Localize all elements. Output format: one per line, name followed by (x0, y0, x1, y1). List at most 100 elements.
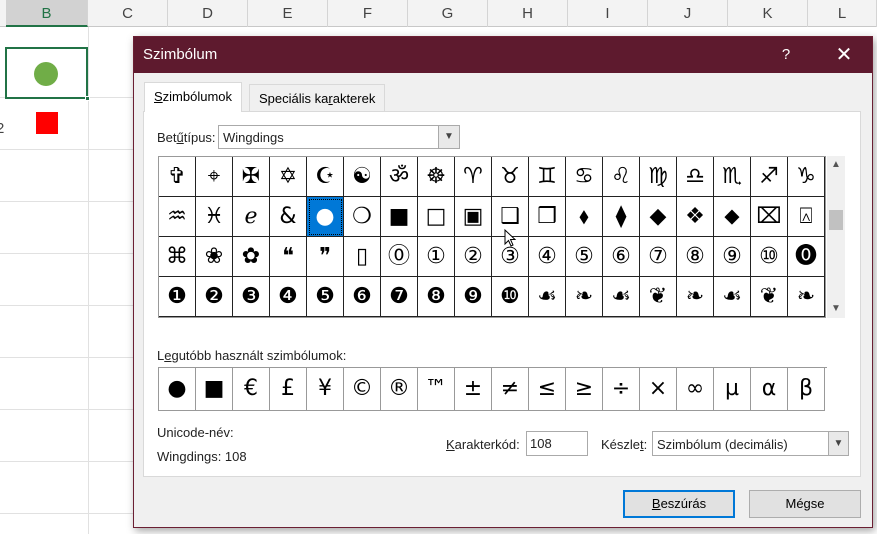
column-header-j[interactable]: J (648, 0, 728, 27)
recent-symbol-cell[interactable]: £ (270, 368, 307, 411)
symbol-cell[interactable]: ⓿ (788, 237, 825, 277)
symbol-cell[interactable]: ⑨ (714, 237, 751, 277)
fill-handle[interactable] (85, 96, 90, 101)
symbol-cell[interactable]: ♈ (455, 157, 492, 197)
symbol-cell[interactable]: ② (455, 237, 492, 277)
symbol-cell[interactable]: ⑥ (603, 237, 640, 277)
recent-symbol-cell[interactable]: ≠ (492, 368, 529, 411)
tab-symbols[interactable]: Szimbólumok (144, 82, 243, 112)
symbol-cell[interactable]: ✿ (233, 237, 270, 277)
symbol-cell[interactable]: ⑤ (566, 237, 603, 277)
character-code-input[interactable]: 108 (526, 431, 588, 456)
set-dropdown[interactable]: Szimbólum (decimális) ▼ (652, 431, 849, 456)
recent-symbol-cell[interactable]: ∞ (677, 368, 714, 411)
column-header-c[interactable]: C (88, 0, 168, 27)
column-header-l[interactable]: L (808, 0, 877, 27)
symbol-cell[interactable]: ❧ (677, 277, 714, 317)
red-square-shape[interactable] (36, 112, 58, 134)
chevron-down-icon[interactable]: ▼ (828, 432, 848, 455)
symbol-cell[interactable]: ☪ (307, 157, 344, 197)
recent-symbol-cell[interactable]: β (788, 368, 825, 411)
symbol-cell[interactable]: ✞ (159, 157, 196, 197)
symbol-cell[interactable]: ❽ (418, 277, 455, 317)
symbol-cell[interactable]: ♋ (566, 157, 603, 197)
symbol-cell[interactable]: ♐ (751, 157, 788, 197)
symbol-cell[interactable]: ⍓ (788, 197, 825, 237)
column-header-b[interactable]: B (6, 0, 88, 27)
recent-symbol-cell[interactable]: ● (159, 368, 196, 411)
column-header-d[interactable]: D (168, 0, 248, 27)
symbol-cell[interactable]: ❿ (492, 277, 529, 317)
symbol-cell[interactable]: ✡ (270, 157, 307, 197)
symbol-cell[interactable]: ❸ (233, 277, 270, 317)
font-dropdown[interactable]: Wingdings ▼ (218, 125, 460, 149)
symbol-cell[interactable]: ❒ (529, 197, 566, 237)
symbol-cell[interactable]: ♓ (196, 197, 233, 237)
recent-symbol-cell[interactable]: ÷ (603, 368, 640, 411)
scroll-up-icon[interactable]: ▲ (827, 156, 845, 174)
column-header-f[interactable]: F (328, 0, 408, 27)
symbol-cell[interactable]: ⓪ (381, 237, 418, 277)
recent-symbol-cell[interactable]: µ (714, 368, 751, 411)
symbol-cell[interactable]: ❺ (307, 277, 344, 317)
help-button[interactable]: ? (770, 37, 802, 73)
symbol-cell[interactable]: ⬧ (566, 197, 603, 237)
symbol-cell[interactable]: ① (418, 237, 455, 277)
symbol-cell[interactable]: ⌧ (751, 197, 788, 237)
symbol-cell[interactable]: ℯ (233, 197, 270, 237)
close-button[interactable]: ✕ (824, 37, 864, 73)
symbol-cell[interactable]: ✠ (233, 157, 270, 197)
tab-special-characters[interactable]: Speciális karakterek (249, 84, 386, 112)
recent-symbols-row[interactable]: ● ■ € £ ¥ © ® ™ ± ≠ ≤ ≥ ÷ × ∞ µ α β (158, 367, 827, 411)
recent-symbol-cell[interactable]: ™ (418, 368, 455, 411)
recent-symbol-cell[interactable]: ■ (196, 368, 233, 411)
symbol-cell[interactable]: ♌ (603, 157, 640, 197)
symbol-cell[interactable]: ⌘ (159, 237, 196, 277)
symbol-cell[interactable]: ◆ (640, 197, 677, 237)
dialog-titlebar[interactable]: Szimbólum ? ✕ (134, 37, 872, 73)
symbol-cell[interactable]: ❹ (270, 277, 307, 317)
symbol-cell[interactable]: ● (307, 197, 344, 237)
recent-symbol-cell[interactable]: ≥ (566, 368, 603, 411)
symbol-cell[interactable]: ❦ (751, 277, 788, 317)
symbol-cell[interactable]: ♉ (492, 157, 529, 197)
symbol-cell[interactable]: ☸ (418, 157, 455, 197)
column-header-g[interactable]: G (408, 0, 488, 27)
symbol-cell[interactable]: ❀ (196, 237, 233, 277)
symbol-cell[interactable]: ❦ (640, 277, 677, 317)
symbol-cell[interactable]: ♊ (529, 157, 566, 197)
symbol-grid[interactable]: ✞ ⌖ ✠ ✡ ☪ ☯ ॐ ☸ ♈ ♉ ♊ ♋ ♌ ♍ ♎ ♏ ♐ ♑ ♒ ♓ ℯ & ● ❍ ■ □ ▣ ❑ ❒ ⬧ ⧫ ◆ ❖ ⬥ ⌧ ⍓ ⌘ ❀ ✿ ❝… (158, 156, 826, 318)
symbol-cell[interactable]: ☯ (344, 157, 381, 197)
symbol-grid-scrollbar[interactable]: ▲ ▼ (827, 156, 845, 318)
symbol-cell[interactable]: ❷ (196, 277, 233, 317)
symbol-cell[interactable]: ॐ (381, 157, 418, 197)
column-header-h[interactable]: H (488, 0, 568, 27)
recent-symbol-cell[interactable]: α (751, 368, 788, 411)
symbol-cell[interactable]: ❖ (677, 197, 714, 237)
symbol-cell[interactable]: ❧ (566, 277, 603, 317)
symbol-cell[interactable]: ♏ (714, 157, 751, 197)
symbol-cell[interactable]: ❶ (159, 277, 196, 317)
cancel-button[interactable]: Mégse (749, 490, 861, 518)
symbol-cell[interactable]: ⑦ (640, 237, 677, 277)
symbol-cell[interactable]: ❝ (270, 237, 307, 277)
symbol-cell[interactable]: ▣ (455, 197, 492, 237)
symbol-cell[interactable]: ⑧ (677, 237, 714, 277)
symbol-cell[interactable]: ♎ (677, 157, 714, 197)
symbol-cell[interactable]: ❧ (788, 277, 825, 317)
recent-symbol-cell[interactable]: ≤ (529, 368, 566, 411)
scroll-down-icon[interactable]: ▼ (827, 300, 845, 318)
symbol-cell[interactable]: ④ (529, 237, 566, 277)
symbol-cell[interactable]: ♑ (788, 157, 825, 197)
symbol-cell[interactable]: ■ (381, 197, 418, 237)
insert-button[interactable]: Beszúrás (623, 490, 735, 518)
symbol-cell[interactable]: ⑩ (751, 237, 788, 277)
symbol-cell[interactable]: ❾ (455, 277, 492, 317)
symbol-cell[interactable]: ⬥ (714, 197, 751, 237)
symbol-cell[interactable]: ❼ (381, 277, 418, 317)
symbol-cell[interactable]: ☙ (603, 277, 640, 317)
recent-symbol-cell[interactable]: ± (455, 368, 492, 411)
scrollbar-thumb[interactable] (829, 210, 843, 230)
recent-symbol-cell[interactable]: € (233, 368, 270, 411)
symbol-cell[interactable]: □ (418, 197, 455, 237)
